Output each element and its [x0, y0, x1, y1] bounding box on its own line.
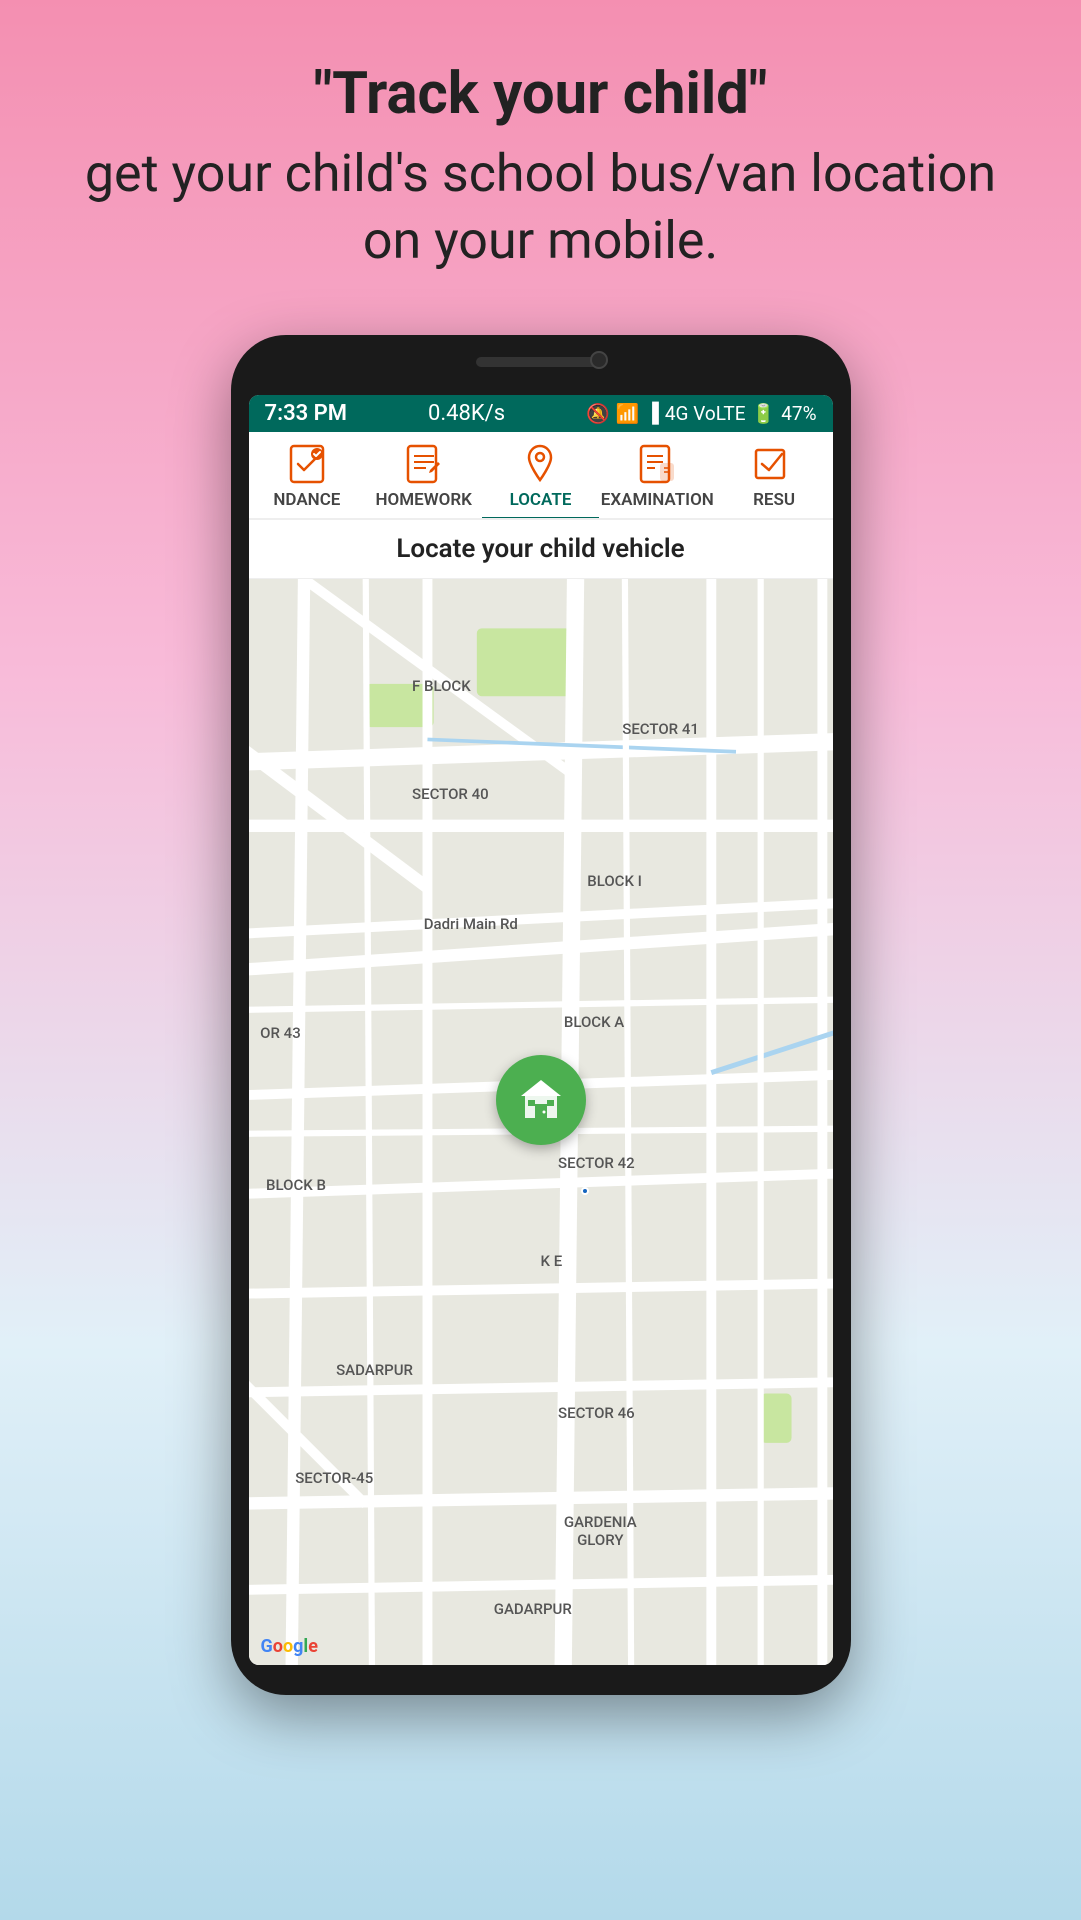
battery-pct: 47% [781, 402, 816, 425]
signal-icon: ▐ [645, 401, 658, 425]
promo-section: "Track your child" get your child's scho… [0, 0, 1081, 315]
tab-attendance[interactable]: NDANCE [249, 432, 366, 518]
promo-headline: "Track your child" [80, 60, 1001, 130]
tab-homework[interactable]: HOMEWORK [365, 432, 482, 518]
promo-subtext: get your child's school bus/van location… [80, 140, 1001, 275]
tab-attendance-label: NDANCE [273, 490, 340, 510]
status-right: 🔕 📶 ▐ 4G VoLTE 🔋 47% [586, 401, 816, 425]
tab-examination-label: EXAMINATION [601, 490, 714, 510]
status-speed: 0.48K/s [428, 401, 505, 426]
tab-locate-label: LOCATE [510, 490, 572, 510]
tab-homework-label: HOMEWORK [375, 490, 471, 510]
tab-result-label: RESU [753, 490, 795, 510]
tab-locate[interactable]: LOCATE [482, 432, 599, 518]
nav-tabs: NDANCE HOMEWORK LOCATE [249, 432, 833, 520]
mute-icon: 🔕 [586, 402, 610, 425]
wifi-icon: 📶 [616, 402, 640, 425]
status-bar: 7:33 PM 0.48K/s 🔕 📶 ▐ 4G VoLTE 🔋 47% [249, 395, 833, 432]
phone-screen: 7:33 PM 0.48K/s 🔕 📶 ▐ 4G VoLTE 🔋 47% [249, 395, 833, 1665]
tab-examination[interactable]: EXAMINATION [599, 432, 716, 518]
page-title: Locate your child vehicle [249, 520, 833, 579]
network-type: 4G VoLTE [665, 402, 746, 425]
google-logo: Google [261, 1636, 318, 1657]
battery-icon: 🔋 [752, 402, 776, 425]
map-container[interactable]: F BLOCK SECTOR 41 SECTOR 40 Dadri Main R… [249, 579, 833, 1665]
phone-camera [590, 351, 608, 369]
phone-mockup: 7:33 PM 0.48K/s 🔕 📶 ▐ 4G VoLTE 🔋 47% [231, 335, 851, 1695]
tab-result[interactable]: RESU [716, 432, 833, 518]
phone-speaker [476, 357, 606, 367]
status-time: 7:33 PM [265, 401, 348, 426]
school-marker[interactable] [496, 1055, 586, 1145]
